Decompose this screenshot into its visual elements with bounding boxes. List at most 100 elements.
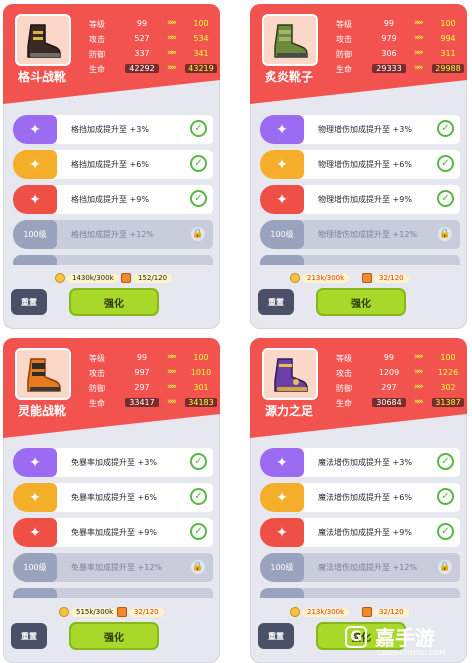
perk-row[interactable]: ✦ 魔法增伤加成提升至 +9% ✓ bbox=[260, 518, 460, 547]
check-icon: ✓ bbox=[437, 155, 454, 172]
green-boot-icon[interactable] bbox=[262, 14, 318, 66]
check-icon: ✓ bbox=[190, 155, 207, 172]
perk-level-badge: 100级 bbox=[260, 553, 304, 582]
purple-boot-icon[interactable] bbox=[262, 348, 318, 400]
perk-row[interactable]: ✦ 魔法增伤加成提升至 +3% ✓ bbox=[260, 448, 460, 477]
equipment-card-2: 炙炎靴子 等级 99 »» 100 攻击 979 »» 994 防御 306 »… bbox=[250, 4, 467, 329]
gold-amount: 213k/300k bbox=[302, 607, 350, 617]
upgrade-button[interactable]: 强化 bbox=[316, 288, 406, 316]
ore-icon bbox=[362, 273, 372, 283]
stat-label: 防御 bbox=[336, 50, 352, 59]
check-icon: ✓ bbox=[190, 523, 207, 540]
perk-row-partial bbox=[13, 255, 213, 265]
stat-next: 43219 bbox=[185, 64, 217, 73]
stat-label: 生命 bbox=[336, 65, 352, 74]
orange-boot-icon[interactable] bbox=[15, 348, 71, 400]
stat-current: 1209 bbox=[378, 368, 400, 377]
perk-row-locked[interactable]: 100级 魔法增伤加成提升至 +12% 🔒 bbox=[260, 553, 460, 582]
arrow-icon: »» bbox=[414, 367, 424, 377]
gold-counter: 213k/300k bbox=[290, 607, 350, 617]
perk-row-partial bbox=[260, 588, 460, 598]
stat-label: 防御 bbox=[336, 384, 352, 393]
perk-text: 免暴率加成提升至 +3% bbox=[71, 458, 157, 467]
check-icon: ✓ bbox=[190, 120, 207, 137]
perk-row[interactable]: ✦ 免暴率加成提升至 +3% ✓ bbox=[13, 448, 213, 477]
stat-current: 33417 bbox=[125, 398, 159, 407]
arrow-icon: »» bbox=[167, 367, 177, 377]
check-icon: ✓ bbox=[190, 190, 207, 207]
stat-current: 979 bbox=[381, 34, 397, 43]
upgrade-button[interactable]: 强化 bbox=[69, 288, 159, 316]
stat-level: 等级 99 »» 100 bbox=[85, 352, 215, 365]
stat-next: 1226 bbox=[437, 368, 459, 377]
item-name: 灵能战靴 bbox=[17, 404, 66, 418]
stat-defense: 防御 306 »» 311 bbox=[332, 48, 462, 61]
arrow-icon: »» bbox=[414, 18, 424, 28]
ore-amount: 32/120 bbox=[374, 607, 409, 617]
perk-row[interactable]: ✦ 免暴率加成提升至 +9% ✓ bbox=[13, 518, 213, 547]
stat-current: 306 bbox=[381, 49, 397, 58]
ore-icon bbox=[362, 607, 372, 617]
ore-counter: 152/120 bbox=[121, 273, 173, 283]
brown-boot-icon[interactable] bbox=[15, 14, 71, 66]
perk-row[interactable]: ✦ 物理增伤加成提升至 +6% ✓ bbox=[260, 150, 460, 179]
perk-row-locked[interactable]: 100级 物理增伤加成提升至 +12% 🔒 bbox=[260, 220, 460, 249]
arrow-icon: »» bbox=[414, 397, 424, 407]
perk-row[interactable]: ✦ 格挡加成提升至 +9% ✓ bbox=[13, 185, 213, 214]
gold-counter: 213k/300k bbox=[290, 273, 350, 283]
upgrade-button[interactable]: 强化 bbox=[69, 622, 159, 650]
stat-next: 302 bbox=[440, 383, 456, 392]
sparkle-icon: ✦ bbox=[260, 518, 304, 547]
stat-next: 100 bbox=[193, 19, 209, 28]
perk-row-partial bbox=[260, 255, 460, 265]
perk-badge bbox=[260, 255, 304, 265]
stat-attack: 攻击 979 »» 994 bbox=[332, 33, 462, 46]
arrow-icon: »» bbox=[167, 48, 177, 58]
perk-row[interactable]: ✦ 格挡加成提升至 +6% ✓ bbox=[13, 150, 213, 179]
stat-label: 攻击 bbox=[89, 35, 105, 44]
sparkle-icon: ✦ bbox=[13, 115, 57, 144]
watermark-url: CAOSHOUYOU.COM bbox=[377, 649, 446, 657]
perk-row[interactable]: ✦ 格挡加成提升至 +3% ✓ bbox=[13, 115, 213, 144]
ore-counter: 32/120 bbox=[362, 607, 409, 617]
perk-row[interactable]: ✦ 物理增伤加成提升至 +3% ✓ bbox=[260, 115, 460, 144]
lock-icon: 🔒 bbox=[438, 227, 452, 241]
stat-next: 34183 bbox=[185, 398, 217, 407]
check-icon: ✓ bbox=[437, 523, 454, 540]
perk-row-locked[interactable]: 100级 免暴率加成提升至 +12% 🔒 bbox=[13, 553, 213, 582]
perk-row-partial bbox=[13, 588, 213, 598]
check-icon: ✓ bbox=[190, 488, 207, 505]
stat-next: 301 bbox=[193, 383, 209, 392]
arrow-icon: »» bbox=[167, 63, 177, 73]
lock-icon: 🔒 bbox=[191, 560, 205, 574]
stat-current: 42292 bbox=[125, 64, 159, 73]
perk-row[interactable]: ✦ 物理增伤加成提升至 +9% ✓ bbox=[260, 185, 460, 214]
reset-button[interactable]: 重置 bbox=[11, 623, 47, 649]
perk-text: 格挡加成提升至 +6% bbox=[71, 160, 149, 169]
perk-row[interactable]: ✦ 魔法增伤加成提升至 +6% ✓ bbox=[260, 483, 460, 512]
stat-label: 防御 bbox=[89, 384, 105, 393]
stat-next: 341 bbox=[193, 49, 209, 58]
reset-button[interactable]: 重置 bbox=[258, 623, 294, 649]
watermark-logo-icon: G bbox=[345, 626, 367, 648]
perk-level-badge: 100级 bbox=[260, 220, 304, 249]
ore-counter: 32/120 bbox=[362, 273, 409, 283]
perk-text: 物理增伤加成提升至 +9% bbox=[318, 195, 412, 204]
stat-current: 99 bbox=[136, 19, 148, 28]
stat-current: 99 bbox=[383, 353, 395, 362]
stat-next: 534 bbox=[193, 34, 209, 43]
item-name: 源力之足 bbox=[264, 404, 313, 418]
arrow-icon: »» bbox=[414, 382, 424, 392]
stat-next: 31387 bbox=[432, 398, 464, 407]
perk-badge bbox=[260, 588, 304, 598]
reset-button[interactable]: 重置 bbox=[258, 289, 294, 315]
ore-amount: 32/120 bbox=[129, 607, 164, 617]
reset-button[interactable]: 重置 bbox=[11, 289, 47, 315]
stat-next: 311 bbox=[440, 49, 456, 58]
perk-row[interactable]: ✦ 免暴率加成提升至 +6% ✓ bbox=[13, 483, 213, 512]
gold-amount: 213k/300k bbox=[302, 273, 350, 283]
perk-row-locked[interactable]: 100级 格挡加成提升至 +12% 🔒 bbox=[13, 220, 213, 249]
sparkle-icon: ✦ bbox=[13, 483, 57, 512]
perk-badge bbox=[13, 588, 57, 598]
stat-label: 攻击 bbox=[89, 369, 105, 378]
